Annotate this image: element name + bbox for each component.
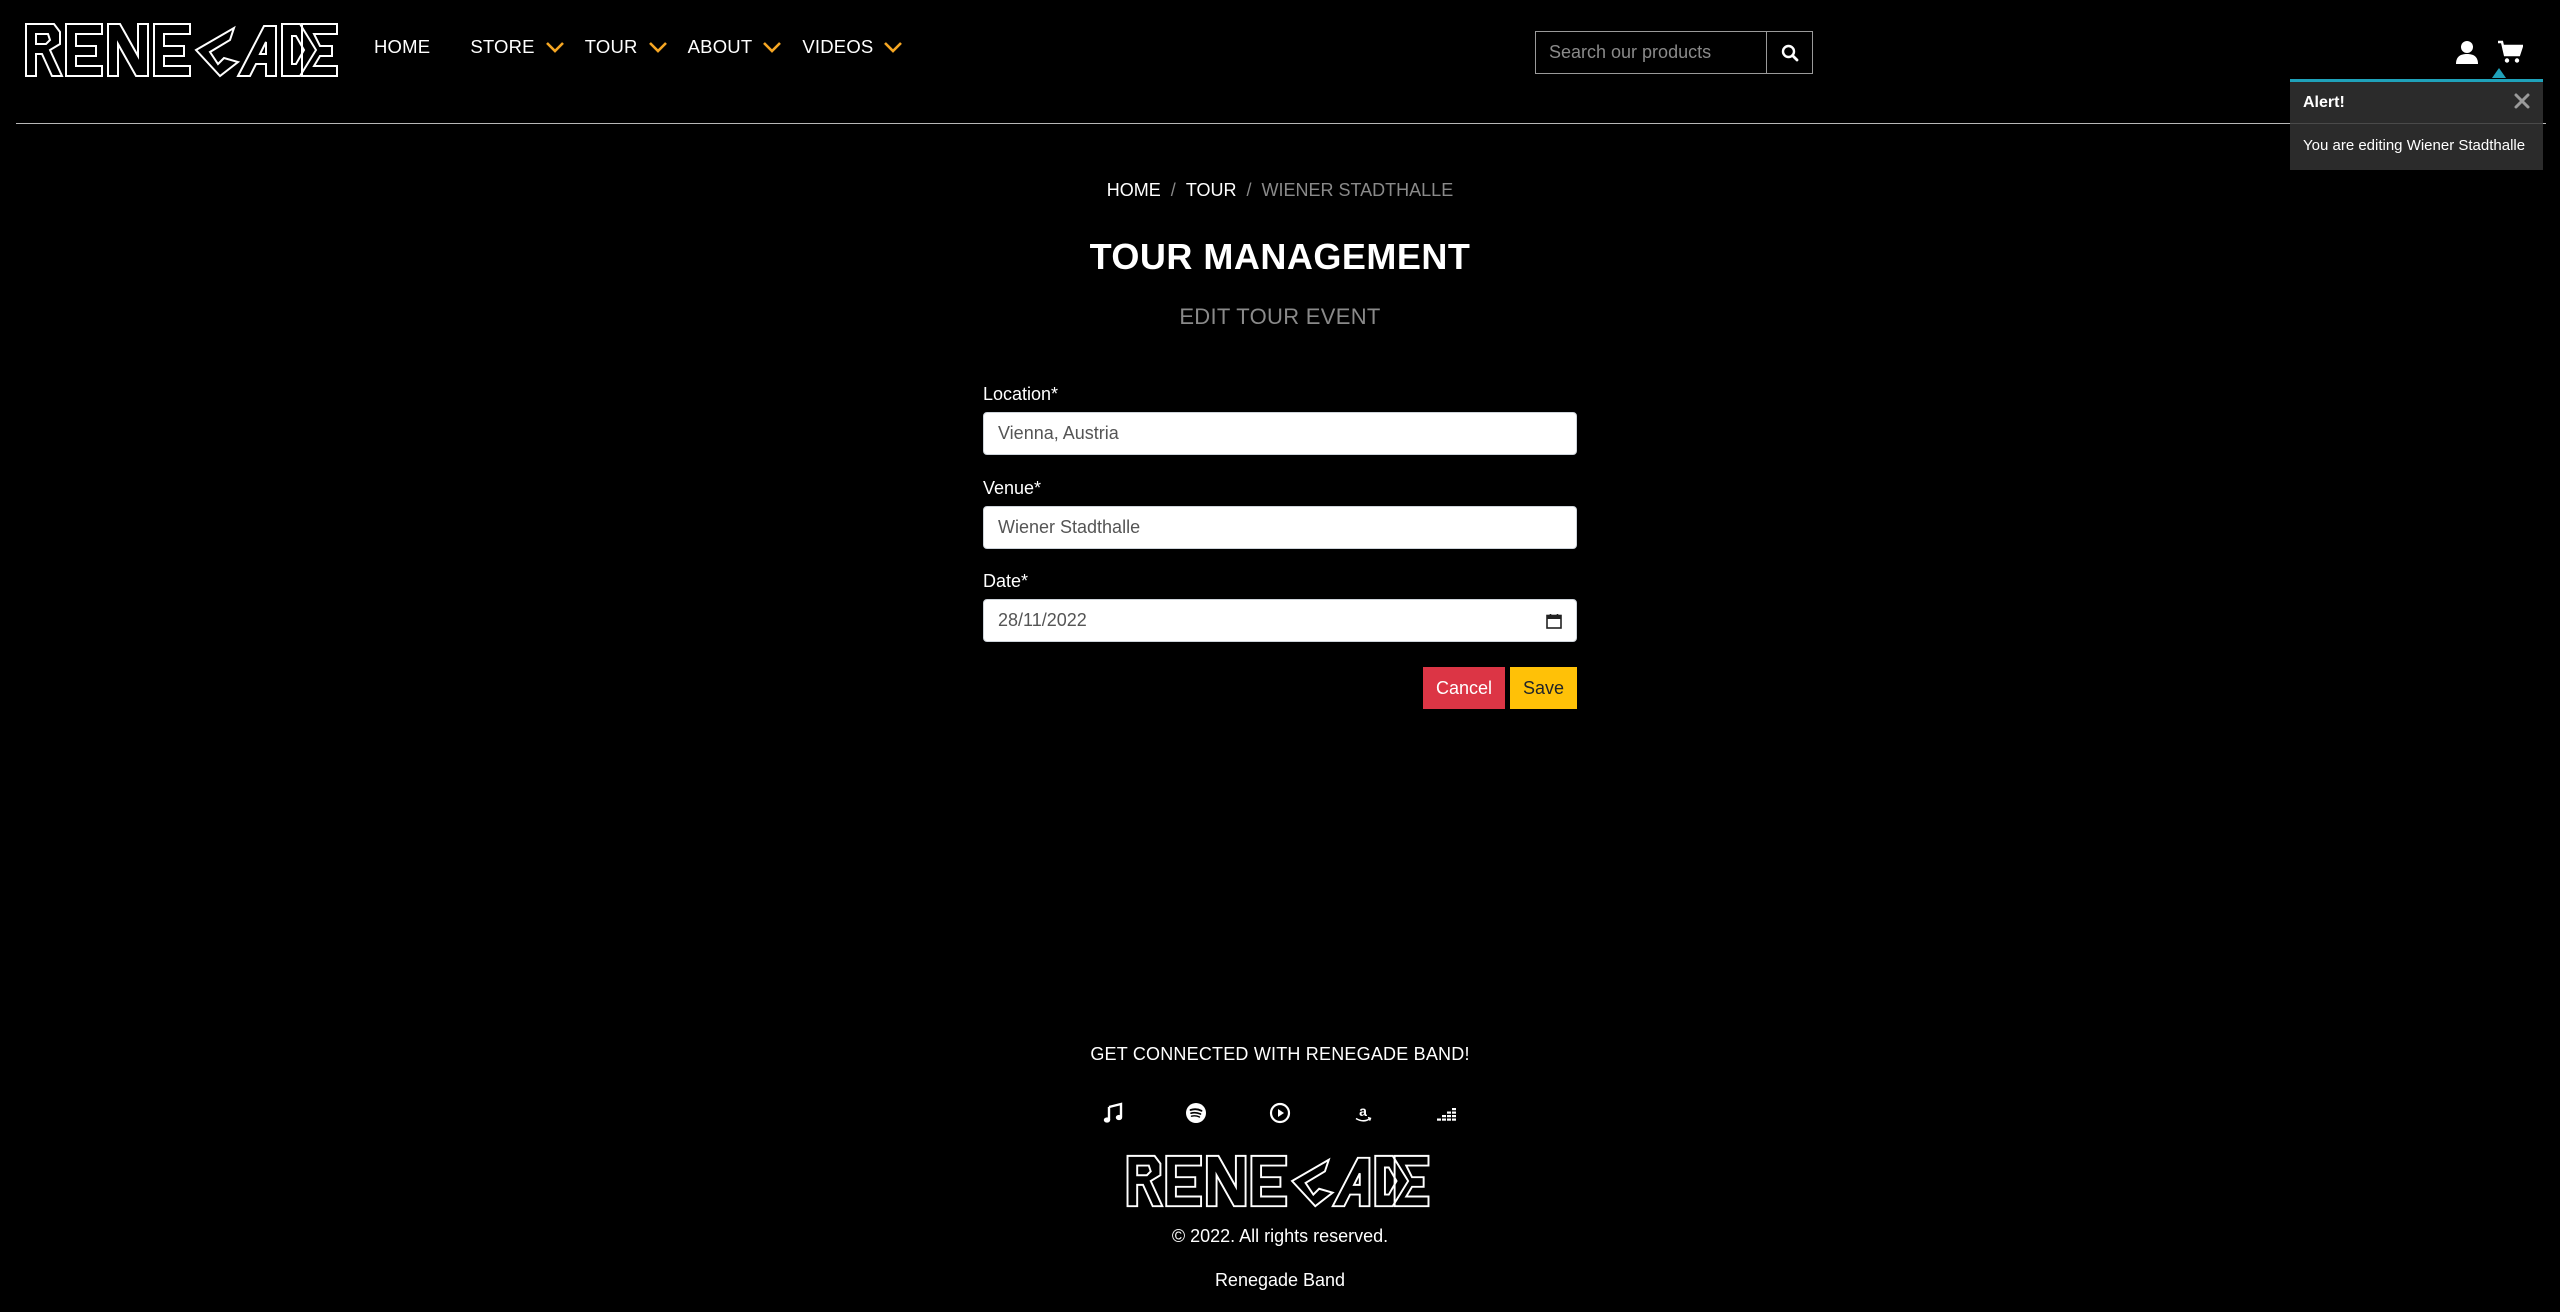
deezer-icon[interactable] (1436, 1102, 1458, 1124)
edit-tour-form: Location* Vienna, Austria Venue* Wiener … (983, 384, 1577, 642)
search-input[interactable] (1535, 31, 1767, 74)
calendar-icon[interactable] (1546, 613, 1562, 629)
breadcrumb-current: WIENER STADTHALLE (1261, 180, 1454, 200)
venue-value: Wiener Stadthalle (998, 517, 1141, 537)
nav-tour[interactable]: TOUR (585, 36, 668, 58)
venue-field[interactable]: Wiener Stadthalle (983, 506, 1577, 549)
copyright-text: © 2022. All rights reserved. (1171, 1226, 1389, 1246)
page-title: TOUR MANAGEMENT (1089, 236, 1471, 277)
nav-store-label: STORE (470, 36, 535, 57)
alert-popover: Alert! You are editing Wiener Stadthalle (2290, 79, 2543, 170)
breadcrumb-home[interactable]: HOME (1107, 180, 1161, 201)
main-nav: HOME STORE TOUR ABOUT VIDEOS (374, 36, 903, 58)
nav-tour-label: TOUR (584, 36, 638, 57)
footer-connect-heading: GET CONNECTED WITH RENEGADE BAND! (1090, 1044, 1470, 1064)
nav-videos[interactable]: VIDEOS (802, 36, 903, 58)
footer-renegade-logo (1126, 1154, 1430, 1208)
navbar: HOME STORE TOUR ABOUT VIDEOS (0, 0, 2560, 108)
cancel-button[interactable]: Cancel (1423, 667, 1505, 709)
location-label: Location* (983, 384, 1059, 404)
band-name: Renegade Band (1214, 1270, 1346, 1290)
chevron-down-icon (884, 42, 903, 53)
spotify-icon[interactable] (1185, 1102, 1207, 1124)
location-field[interactable]: Vienna, Austria (983, 412, 1577, 455)
page-subtitle: EDIT TOUR EVENT (1179, 304, 1381, 329)
social-links: a (1100, 1102, 1460, 1126)
venue-label: Venue* (983, 478, 1042, 498)
chevron-down-icon (648, 42, 667, 53)
svg-text:a: a (1359, 1103, 1367, 1119)
breadcrumb-tour[interactable]: TOUR (1186, 180, 1237, 201)
search-bar (1535, 31, 1813, 74)
search-icon (1781, 44, 1798, 61)
breadcrumb-separator: / (1246, 180, 1252, 200)
breadcrumb-separator: / (1170, 180, 1176, 200)
alert-title: Alert! (2303, 93, 2345, 111)
chevron-down-icon (545, 42, 564, 53)
apple-music-icon[interactable] (1102, 1102, 1124, 1124)
alert-header: Alert! (2290, 82, 2543, 124)
save-button[interactable]: Save (1510, 667, 1577, 709)
renegade-logo[interactable] (24, 20, 339, 82)
cart-icon[interactable] (2497, 40, 2523, 64)
location-value: Vienna, Austria (998, 423, 1119, 443)
chevron-down-icon (763, 42, 782, 53)
nav-about-label: ABOUT (687, 36, 753, 57)
nav-videos-label: VIDEOS (802, 36, 874, 57)
nav-home-label: HOME (374, 36, 431, 57)
nav-home[interactable]: HOME (374, 36, 430, 58)
form-actions: Cancel Save (1423, 667, 1577, 709)
breadcrumb: HOME / TOUR / WIENER STADTHALLE (0, 180, 2560, 201)
nav-divider (16, 123, 2546, 124)
alert-caret (2492, 68, 2506, 78)
date-value: 28/11/2022 (998, 610, 1087, 630)
user-icon[interactable] (2456, 40, 2478, 64)
nav-store[interactable]: STORE (470, 36, 564, 58)
date-label: Date* (983, 571, 1029, 591)
nav-about[interactable]: ABOUT (688, 36, 783, 58)
close-icon[interactable] (2513, 92, 2531, 110)
search-button[interactable] (1767, 31, 1813, 74)
date-field[interactable]: 28/11/2022 (983, 599, 1577, 642)
youtube-music-icon[interactable] (1269, 1102, 1291, 1124)
alert-message: You are editing Wiener Stadthalle (2303, 137, 2526, 154)
amazon-icon[interactable]: a (1352, 1102, 1374, 1124)
